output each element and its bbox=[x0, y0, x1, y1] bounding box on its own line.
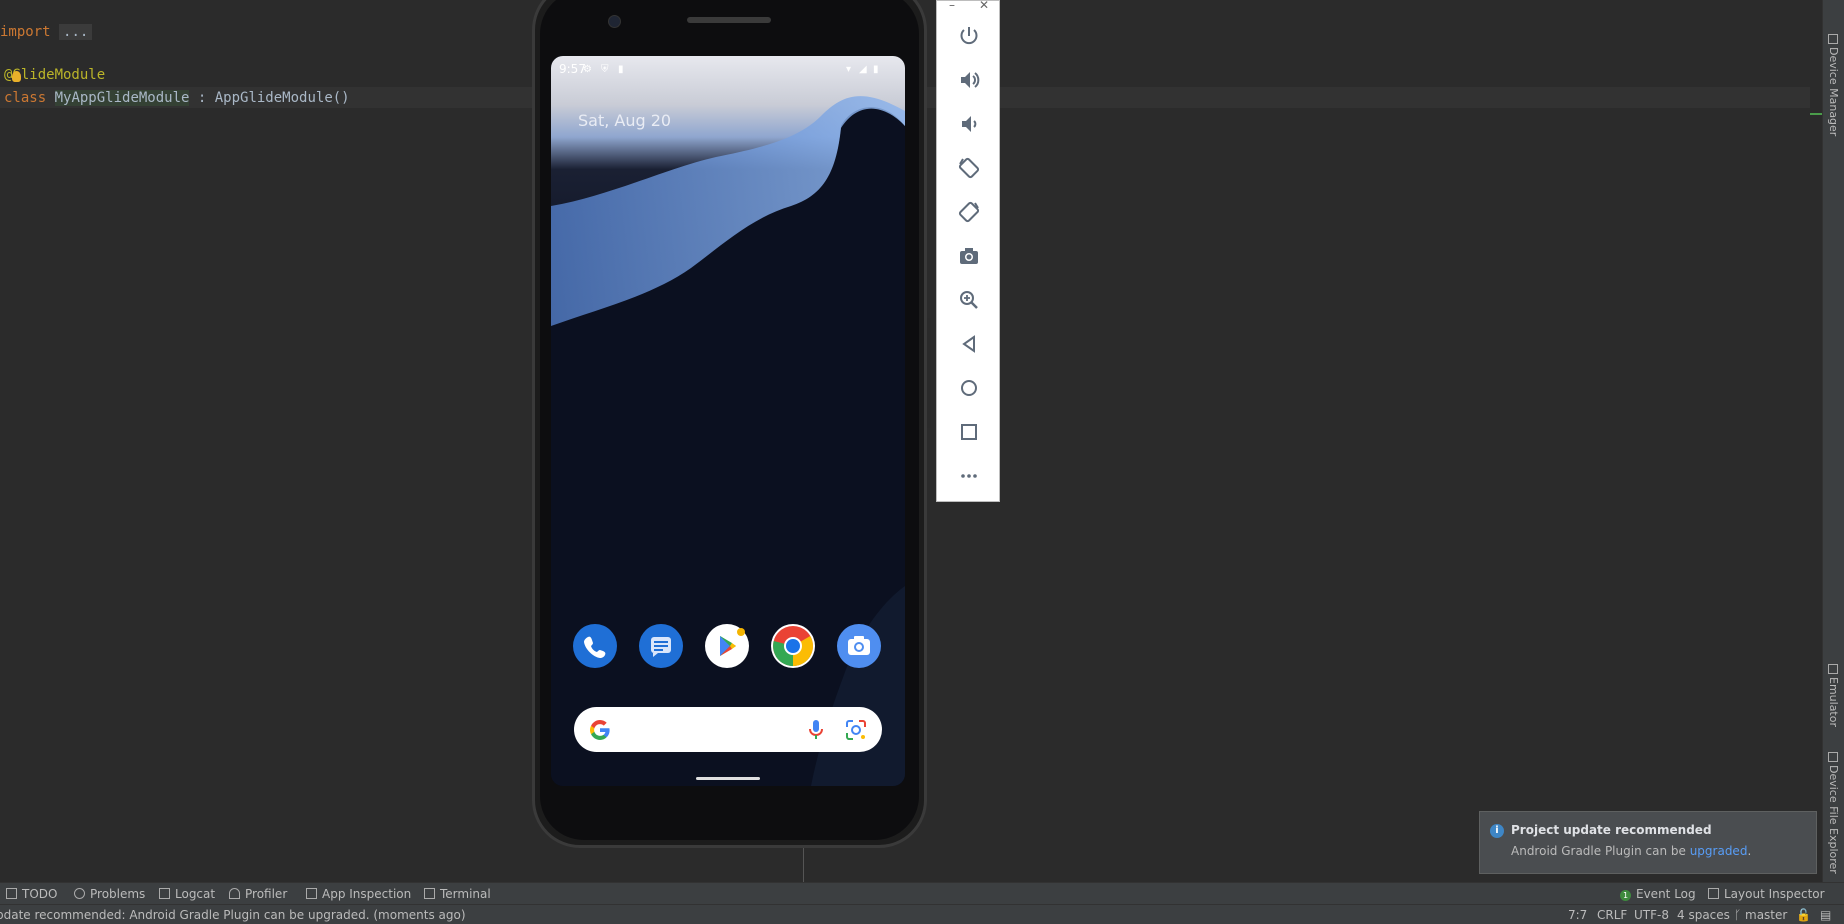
lightbulb-icon[interactable] bbox=[12, 71, 21, 82]
gesture-nav-pill[interactable] bbox=[696, 777, 760, 780]
status-clock: 9:57 bbox=[559, 62, 586, 76]
messages-app-icon[interactable] bbox=[639, 624, 683, 668]
lock-icon[interactable]: 🔓 bbox=[1796, 908, 1811, 922]
file-explorer-icon bbox=[1828, 752, 1838, 762]
device-manager-tab[interactable]: Device Manager bbox=[1827, 34, 1840, 136]
microphone-icon[interactable] bbox=[806, 718, 826, 742]
google-search-bar[interactable] bbox=[574, 707, 882, 752]
import-keyword: import bbox=[0, 24, 51, 40]
home-date[interactable]: Sat, Aug 20 bbox=[578, 111, 671, 130]
zoom-icon[interactable] bbox=[957, 288, 981, 312]
info-icon: i bbox=[1490, 824, 1504, 838]
app-inspection-tool-button[interactable]: App Inspection bbox=[306, 887, 411, 901]
notification-balloon[interactable]: i Project update recommended Android Gra… bbox=[1479, 811, 1817, 874]
more-options-icon[interactable] bbox=[957, 464, 981, 488]
logcat-tool-button[interactable]: Logcat bbox=[159, 887, 215, 901]
device-manager-icon bbox=[1828, 34, 1838, 44]
event-log-tool-button[interactable]: 1 Event Log bbox=[1620, 887, 1696, 901]
notification-title: Project update recommended bbox=[1511, 823, 1712, 837]
git-branch[interactable]: ᚴ master bbox=[1734, 908, 1787, 922]
terminal-tool-button[interactable]: Terminal bbox=[424, 887, 491, 901]
class-supertype: : AppGlideModule() bbox=[189, 90, 350, 106]
problems-tool-button[interactable]: Problems bbox=[74, 887, 145, 901]
wifi-icon: ▾ bbox=[846, 64, 852, 75]
code-line-import[interactable]: import ... bbox=[0, 21, 93, 43]
change-marker bbox=[1810, 113, 1822, 115]
camera-app-icon[interactable] bbox=[837, 624, 881, 668]
emulator-tab[interactable]: Emulator bbox=[1827, 664, 1840, 727]
power-icon[interactable] bbox=[957, 24, 981, 48]
home-icon[interactable] bbox=[957, 376, 981, 400]
problems-icon bbox=[74, 888, 85, 899]
class-keyword: class bbox=[4, 90, 47, 106]
back-icon[interactable] bbox=[957, 332, 981, 356]
layout-inspector-tool-button[interactable]: Layout Inspector bbox=[1708, 887, 1825, 901]
chrome-app-icon[interactable] bbox=[771, 624, 815, 668]
emulator-toolbar: – ✕ bbox=[936, 0, 1000, 502]
volume-down-icon[interactable] bbox=[957, 112, 981, 136]
logcat-icon bbox=[159, 888, 170, 899]
line-separator[interactable]: CRLF bbox=[1597, 908, 1627, 922]
upgrade-link[interactable]: upgraded bbox=[1690, 844, 1748, 858]
settings-status-icon: ⚙ bbox=[583, 64, 592, 75]
todo-tool-button[interactable]: TODO bbox=[6, 887, 57, 901]
google-lens-icon[interactable] bbox=[844, 718, 868, 742]
minimize-button[interactable]: – bbox=[949, 0, 955, 12]
play-store-app-icon[interactable] bbox=[705, 624, 749, 668]
class-name: MyAppGlideModule bbox=[54, 90, 190, 106]
google-logo-icon bbox=[590, 720, 610, 740]
status-bar: pdate recommended: Android Gradle Plugin… bbox=[0, 904, 1844, 924]
notifications-icon[interactable]: ▤ bbox=[1820, 908, 1831, 922]
profiler-tool-button[interactable]: Profiler bbox=[229, 887, 287, 901]
status-message[interactable]: pdate recommended: Android Gradle Plugin… bbox=[0, 908, 466, 922]
list-icon bbox=[6, 888, 17, 899]
shield-status-icon: ⛨ bbox=[601, 64, 609, 75]
terminal-icon bbox=[424, 888, 435, 899]
battery-icon: ▮ bbox=[873, 64, 879, 75]
folded-imports[interactable]: ... bbox=[59, 24, 93, 40]
device-file-explorer-tab[interactable]: Device File Explorer bbox=[1827, 752, 1840, 874]
right-tool-strip: Device Manager Emulator Device File Expl… bbox=[1822, 0, 1844, 882]
tool-window-bar: TODO Problems Logcat Profiler App Inspec… bbox=[0, 882, 1844, 904]
screenshot-camera-icon[interactable] bbox=[957, 244, 981, 268]
event-count-badge: 1 bbox=[1620, 890, 1631, 901]
code-line-class[interactable]: class MyAppGlideModule : AppGlideModule(… bbox=[4, 87, 350, 109]
emulator-icon bbox=[1828, 664, 1838, 674]
indent-setting[interactable]: 4 spaces bbox=[1677, 908, 1730, 922]
branch-icon: ᚴ bbox=[1734, 908, 1746, 922]
close-button[interactable]: ✕ bbox=[979, 0, 989, 12]
volume-up-icon[interactable] bbox=[957, 68, 981, 92]
phone-app-icon[interactable] bbox=[573, 624, 617, 668]
earpiece-speaker bbox=[687, 17, 771, 23]
device-screen[interactable]: 9:57 ⚙ ⛨ ▮ ▾ ◢ ▮ Sat, Aug 20 bbox=[551, 56, 905, 786]
layout-inspector-icon bbox=[1708, 888, 1719, 899]
sd-card-status-icon: ▮ bbox=[618, 64, 624, 75]
wallpaper bbox=[551, 56, 905, 786]
phone-side-button bbox=[927, 318, 931, 428]
app-inspection-icon bbox=[306, 888, 317, 899]
divider bbox=[803, 845, 804, 882]
caret-position[interactable]: 7:7 bbox=[1568, 908, 1587, 922]
front-camera bbox=[608, 15, 621, 28]
rotate-left-icon[interactable] bbox=[957, 156, 981, 180]
notification-body: Android Gradle Plugin can be upgraded. bbox=[1511, 844, 1752, 858]
profiler-icon bbox=[229, 888, 240, 899]
rotate-right-icon[interactable] bbox=[957, 200, 981, 224]
file-encoding[interactable]: UTF-8 bbox=[1634, 908, 1669, 922]
signal-icon: ◢ bbox=[859, 64, 867, 75]
overview-icon[interactable] bbox=[957, 420, 981, 444]
